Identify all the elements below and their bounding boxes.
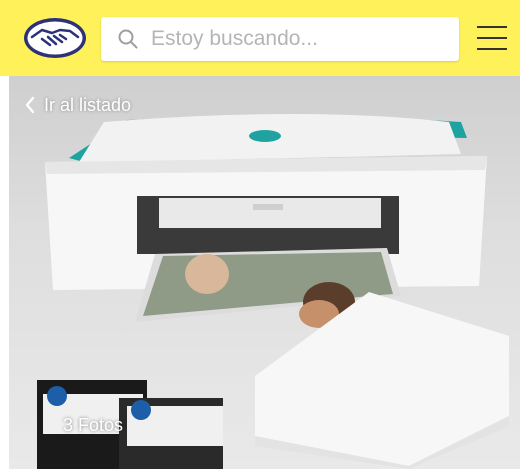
chevron-left-icon [24,96,36,114]
hamburger-menu-icon[interactable] [476,24,508,52]
search-box[interactable]: Estoy buscando... [101,17,459,61]
hp-badge [249,130,281,142]
search-input[interactable]: Estoy buscando... [151,27,318,51]
back-link-label: Ir al listado [44,94,132,115]
product-gallery[interactable] [9,76,520,469]
search-icon [117,28,139,50]
back-to-listing-link[interactable]: Ir al listado [24,93,131,117]
handshake-logo-icon[interactable] [22,16,88,60]
hp-printer-photo [37,114,509,469]
header: Estoy buscando... [0,0,520,76]
photo-count-label: 3 Fotos [63,415,124,435]
